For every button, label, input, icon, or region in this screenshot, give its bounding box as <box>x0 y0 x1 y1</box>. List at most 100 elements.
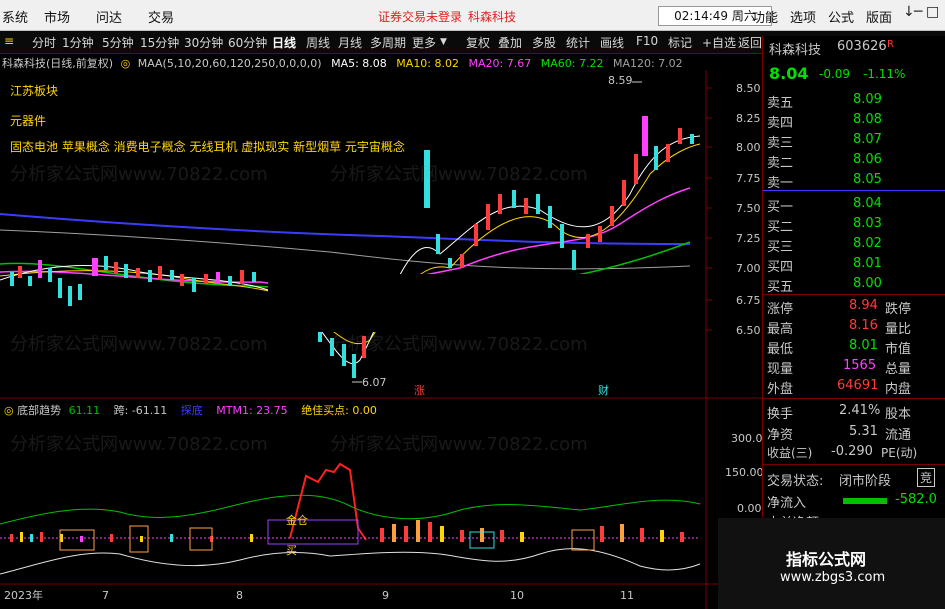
menu-market[interactable]: 市场 <box>44 7 70 26</box>
auction-tag-button[interactable]: 竞 <box>917 468 936 487</box>
bid-price[interactable]: 8.03 <box>853 216 882 231</box>
btn-mark[interactable]: 标记 <box>668 34 692 51</box>
chart-header: 科森科技(日线,前复权) ◎ MAA(5,10,20,60,120,250,0,… <box>2 55 683 71</box>
bid-label: 买一 <box>767 200 794 215</box>
price-tick: 7.25 <box>736 232 761 245</box>
menu-wenda[interactable]: 问达 <box>96 7 122 26</box>
price-axis: 8.50 8.25 8.00 7.75 7.50 7.25 7.00 6.75 … <box>706 82 761 337</box>
indicator-tick: 0.00 <box>737 502 762 515</box>
tab-monthly[interactable]: 月线 <box>338 34 362 51</box>
ma20-value: MA20: 7.67 <box>468 57 532 70</box>
ask-price[interactable]: 8.08 <box>853 112 882 127</box>
menu-trade[interactable]: 交易 <box>148 7 174 26</box>
btn-f10[interactable]: F10 <box>636 34 658 48</box>
btn-multi-stock[interactable]: 多股 <box>532 34 556 51</box>
indicator-settings-icon[interactable]: ◎ <box>4 404 14 417</box>
indicator-axis: 300.0 150.00 0.00 <box>725 432 762 515</box>
marker-cai[interactable]: 财 <box>598 383 609 397</box>
price-tick: 6.75 <box>736 294 761 307</box>
date-tick: 10 <box>510 589 524 602</box>
net-inflow-label: 净流入 <box>767 496 807 511</box>
ask-label: 卖三 <box>767 136 794 151</box>
date-tick: 9 <box>382 589 389 602</box>
indicator-value1: 61.11 <box>68 404 101 417</box>
tab-1min[interactable]: 1分钟 <box>62 34 94 51</box>
chevron-down-icon[interactable]: ▼ <box>440 37 447 47</box>
tab-15min[interactable]: 15分钟 <box>140 34 179 51</box>
ask-price[interactable]: 8.05 <box>853 172 882 187</box>
chart-settings-icon[interactable]: ◎ <box>121 57 131 70</box>
price-tick: 8.25 <box>736 112 761 125</box>
tab-60min[interactable]: 60分钟 <box>228 34 267 51</box>
trade-status-value: 闭市阶段 <box>839 474 892 489</box>
menu-system[interactable]: 系统 <box>2 7 28 26</box>
menu-layout[interactable]: 版面 <box>866 7 892 26</box>
tab-more[interactable]: 更多 <box>412 34 436 51</box>
menu-options[interactable]: 选项 <box>790 7 816 26</box>
bid-price[interactable]: 8.02 <box>853 236 882 251</box>
ask-label: 卖四 <box>767 116 794 131</box>
bid-price[interactable]: 8.00 <box>853 276 882 291</box>
bid-label: 买四 <box>767 260 794 275</box>
stat-label: 内盘 <box>885 382 912 397</box>
bid-label: 买三 <box>767 240 794 255</box>
stat-value: 5.31 <box>849 424 878 439</box>
window-minimize-icon[interactable]: ─ <box>914 4 922 20</box>
bid-label: 买二 <box>767 220 794 235</box>
buy-signal-label: 买 <box>286 544 297 557</box>
maa-params[interactable]: MAA(5,10,20,60,120,250,0,0,0,0) <box>138 57 322 70</box>
stat-label: 股本 <box>885 407 912 422</box>
stat-label: 跌停 <box>885 302 912 317</box>
stat-label: 换手 <box>767 407 794 422</box>
stat-label: PE(动) <box>881 446 918 460</box>
toolbar-grip-icon: ≡ <box>4 34 15 48</box>
ma5-value: MA5: 8.08 <box>331 57 387 70</box>
menu-formula[interactable]: 公式 <box>828 7 854 26</box>
stat-label: 总量 <box>885 362 912 377</box>
menu-function[interactable]: 功能 <box>752 7 778 26</box>
marker-zhang[interactable]: 涨 <box>414 384 425 397</box>
ask-price[interactable]: 8.09 <box>853 92 882 107</box>
btn-draw-line[interactable]: 画线 <box>600 34 624 51</box>
btn-statistics[interactable]: 统计 <box>566 34 590 51</box>
login-notice[interactable]: 证券交易未登录 <box>378 8 462 25</box>
tab-daily[interactable]: 日线 <box>272 34 296 51</box>
tab-multi-period[interactable]: 多周期 <box>370 34 406 51</box>
btn-add-watchlist[interactable]: +自选 <box>702 34 736 51</box>
section-divider <box>763 294 945 295</box>
ask-price[interactable]: 8.06 <box>853 152 882 167</box>
stat-label: 收益(三) <box>767 446 813 460</box>
indicator-name[interactable]: 底部趋势 <box>17 404 61 417</box>
indicator-best-buy: 绝佳买点: 0.00 <box>301 404 377 417</box>
btn-back[interactable]: 返回 <box>738 34 762 51</box>
date-tick: 8 <box>236 589 243 602</box>
bid-price[interactable]: 8.01 <box>853 256 882 271</box>
stat-value: 1565 <box>843 358 877 373</box>
tab-fenshi[interactable]: 分时 <box>32 34 56 51</box>
indicator-red-spike <box>289 462 367 541</box>
quote-price: 8.04 <box>769 64 809 83</box>
date-tick: 11 <box>620 589 634 602</box>
window-down-icon[interactable]: ↓ <box>903 4 915 20</box>
date-axis: 2023年 7 8 9 10 11 <box>4 588 634 602</box>
high-price-label: 8.59 <box>608 74 633 87</box>
quote-change: -0.09 <box>819 67 851 81</box>
indicator-value2: 跨: -61.11 <box>113 404 168 417</box>
tab-weekly[interactable]: 周线 <box>306 34 330 51</box>
btn-overlay[interactable]: 叠加 <box>498 34 522 51</box>
price-tick: 8.00 <box>736 141 761 154</box>
window-maximize-icon[interactable]: □ <box>926 4 939 20</box>
indicator-tick: 150.00 <box>725 466 762 479</box>
stat-value: -0.290 <box>831 444 873 459</box>
bid-price[interactable]: 8.04 <box>853 196 882 211</box>
concept-region: 江苏板块 <box>10 84 59 98</box>
btn-restore-rights[interactable]: 复权 <box>466 34 490 51</box>
ask-price[interactable]: 8.07 <box>853 132 882 147</box>
indicator-white-line <box>0 548 701 575</box>
stat-label: 最高 <box>767 322 794 337</box>
tab-5min[interactable]: 5分钟 <box>102 34 134 51</box>
quote-code-flag: R <box>887 39 894 50</box>
tab-30min[interactable]: 30分钟 <box>184 34 223 51</box>
redacted-area <box>268 274 676 332</box>
price-tick: 7.50 <box>736 202 761 215</box>
